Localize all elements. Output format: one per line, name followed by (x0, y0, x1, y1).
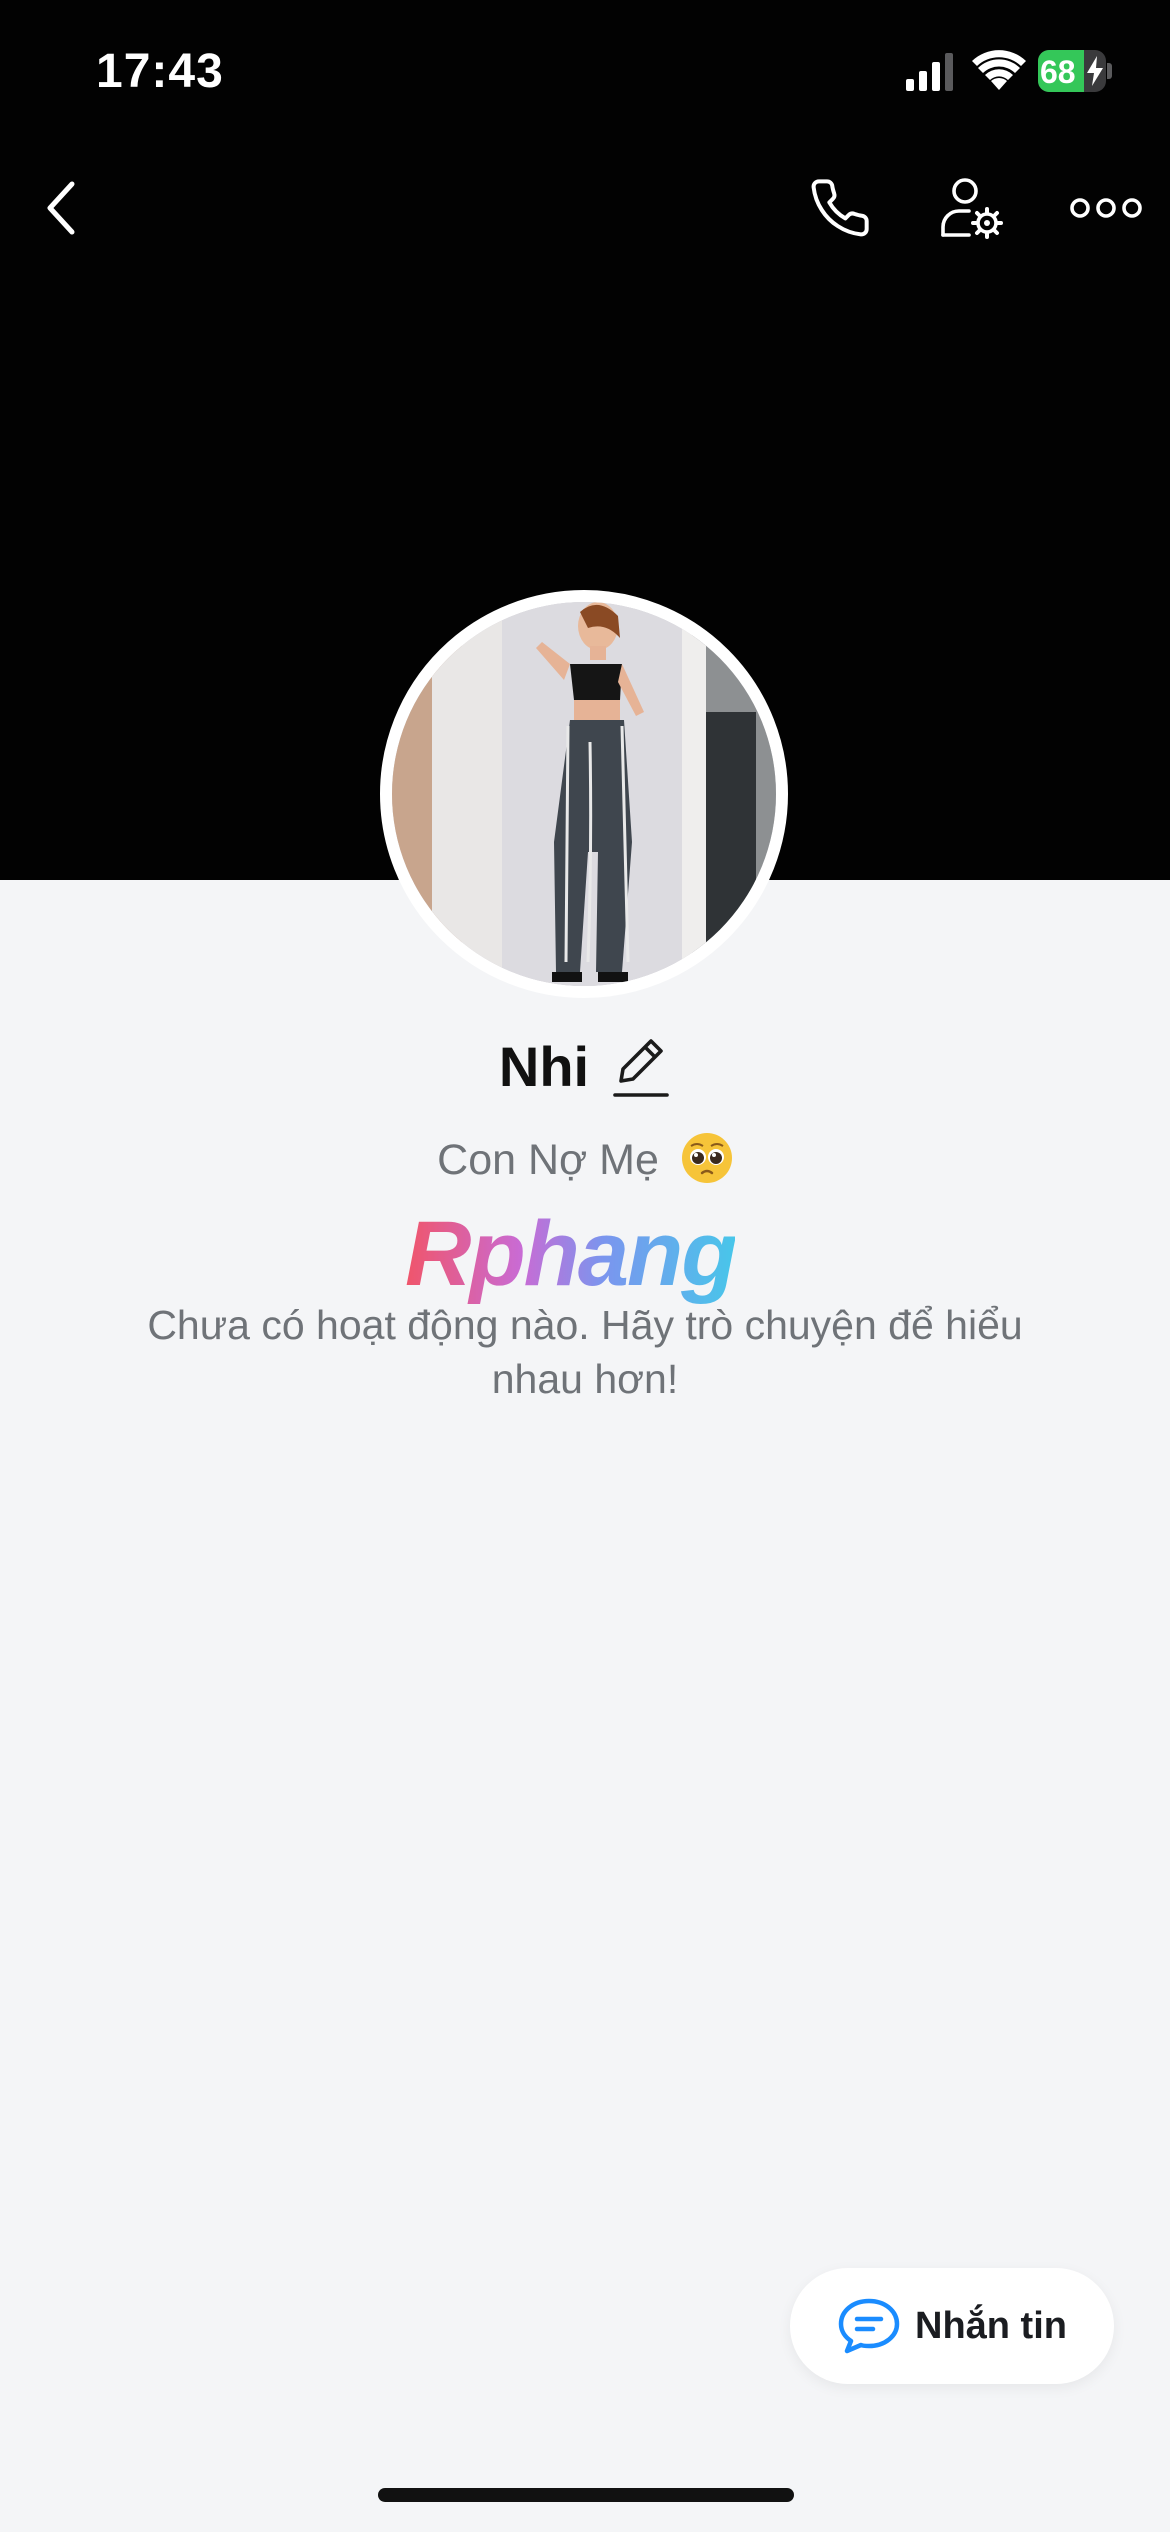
profile-name: Nhi (498, 1034, 590, 1098)
chevron-left-icon (47, 181, 75, 235)
name-row: Nhi (0, 1028, 1170, 1104)
charging-bolt-icon (1087, 56, 1103, 86)
message-button-label: Nhắn tin (915, 2304, 1067, 2347)
empty-activity-message: Chưa có hoạt động nào. Hãy trò chuyện để… (147, 1302, 1023, 1402)
more-button[interactable] (1064, 168, 1148, 248)
message-button[interactable]: Nhắn tin (790, 2268, 1114, 2384)
status-bar: 17:43 68 (0, 0, 1170, 150)
profile-bio: Con Nợ Mẹ (0, 1132, 1170, 1185)
battery-percentage: 68 (1040, 54, 1076, 90)
edit-name-button[interactable] (611, 1033, 671, 1099)
phone-icon (811, 179, 869, 237)
profile-settings-button[interactable] (932, 168, 1012, 248)
call-button[interactable] (800, 168, 880, 248)
more-horizontal-icon (1070, 198, 1142, 218)
pleading-face-emoji (681, 1133, 732, 1183)
battery-icon: 68 (1038, 50, 1112, 92)
watermark-logo: Rphang (405, 1203, 737, 1305)
user-gear-icon (941, 178, 1003, 239)
bio-text: Con Nợ Mẹ (437, 1136, 659, 1184)
pencil-icon (613, 1039, 669, 1097)
back-button[interactable] (22, 168, 102, 248)
avatar[interactable] (380, 590, 788, 998)
avatar-photo (392, 602, 776, 986)
chat-bubble-icon (838, 2298, 900, 2354)
wifi-icon (972, 50, 1026, 90)
cellular-signal-icon (906, 53, 953, 91)
profile-screen: 17:43 68 Nhi Con Nợ Mẹ Rphang Chưa có ho… (0, 0, 1170, 2532)
status-time: 17:43 (96, 45, 224, 98)
home-indicator[interactable] (378, 2488, 794, 2502)
